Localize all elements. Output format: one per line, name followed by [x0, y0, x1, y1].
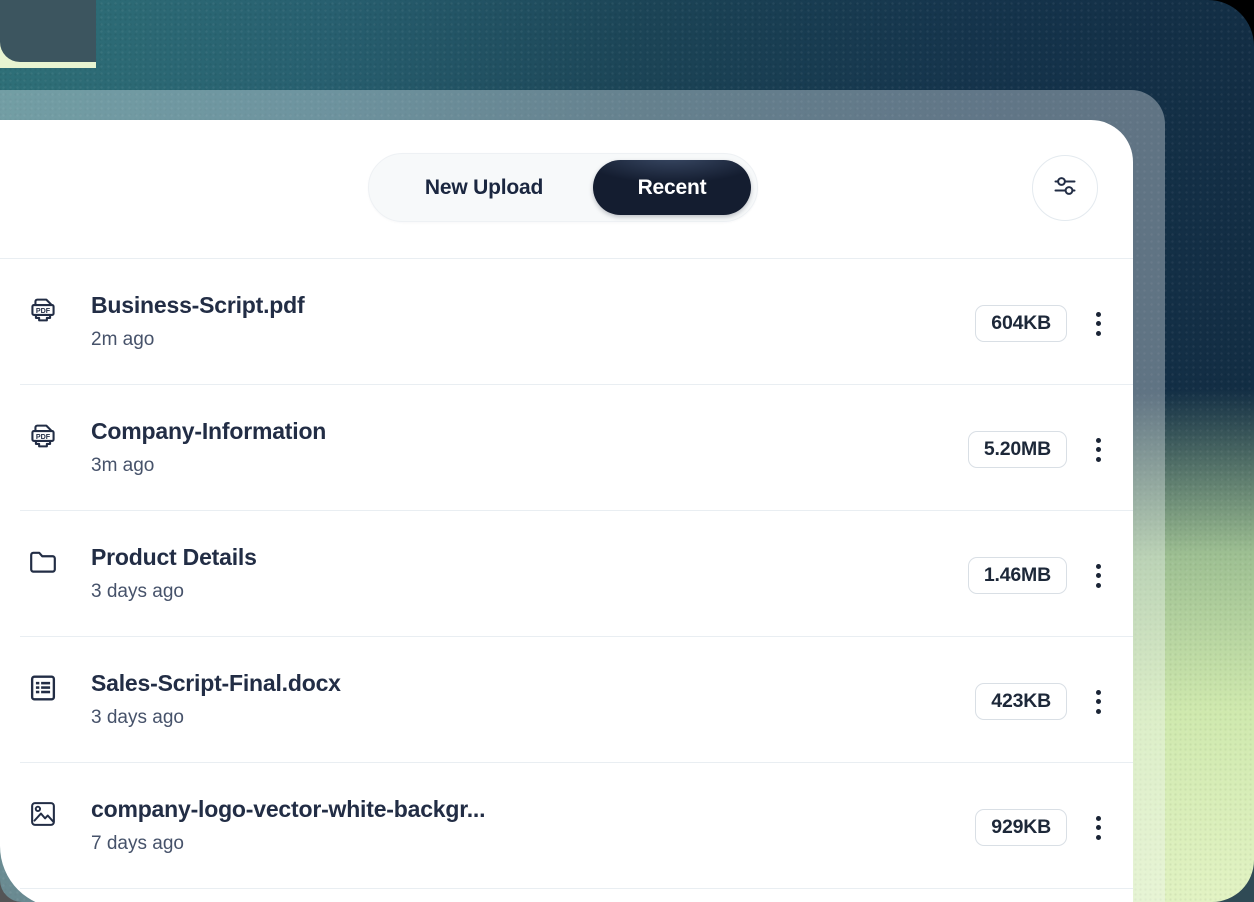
file-timestamp: 2m ago — [91, 329, 304, 351]
file-manager-card: New Upload Recent PDF Business-Script.pd… — [0, 120, 1133, 902]
file-size-badge: 423KB — [975, 683, 1067, 720]
upload-recent-segmented-control[interactable]: New Upload Recent — [368, 153, 758, 222]
kebab-menu-icon[interactable] — [1086, 684, 1110, 720]
tab-new-upload[interactable]: New Upload — [375, 176, 593, 200]
tab-recent[interactable]: Recent — [593, 160, 751, 215]
file-timestamp: 3 days ago — [91, 707, 341, 729]
file-size-badge: 1.46MB — [968, 557, 1067, 594]
recent-files-list: PDF Business-Script.pdf 2m ago 604KB PDF… — [0, 259, 1133, 902]
doc-list-icon — [26, 671, 60, 705]
file-name: Company-Information — [91, 418, 326, 445]
file-size-badge: 5.20MB — [968, 431, 1067, 468]
kebab-menu-icon[interactable] — [1086, 432, 1110, 468]
sliders-icon — [1049, 170, 1081, 207]
card-header: New Upload Recent — [0, 120, 1133, 259]
file-row[interactable]: company-logo-vector-white-backgr... 7 da… — [0, 763, 1133, 889]
kebab-menu-icon[interactable] — [1086, 558, 1110, 594]
folder-icon — [26, 545, 60, 579]
kebab-menu-icon[interactable] — [1086, 306, 1110, 342]
pdf-file-icon: PDF — [26, 419, 60, 453]
file-row[interactable]: Sales-Script-Final.docx 3 days ago 423KB — [0, 637, 1133, 763]
file-timestamp: 7 days ago — [91, 833, 485, 855]
kebab-menu-icon[interactable] — [1086, 810, 1110, 846]
file-name: Sales-Script-Final.docx — [91, 670, 341, 697]
image-icon — [26, 797, 60, 831]
file-name: Business-Script.pdf — [91, 292, 304, 319]
file-row[interactable]: PDF Company-Information 3m ago 5.20MB — [0, 385, 1133, 511]
svg-text:PDF: PDF — [36, 433, 51, 441]
file-name: company-logo-vector-white-backgr... — [91, 796, 485, 823]
file-timestamp: 3m ago — [91, 455, 326, 477]
file-size-badge: 604KB — [975, 305, 1067, 342]
file-size-badge: 929KB — [975, 809, 1067, 846]
file-name: Product Details — [91, 544, 257, 571]
file-timestamp: 3 days ago — [91, 581, 257, 603]
screenshot-stage: New Upload Recent PDF Business-Script.pd… — [0, 0, 1254, 902]
file-row[interactable]: Product Details 3 days ago 1.46MB — [0, 511, 1133, 637]
filter-button[interactable] — [1032, 155, 1098, 221]
svg-text:PDF: PDF — [36, 307, 51, 315]
background-corner-dark-left — [0, 0, 96, 62]
pdf-file-icon: PDF — [26, 293, 60, 327]
file-row[interactable]: PDF Business-Script.pdf 2m ago 604KB — [0, 259, 1133, 385]
